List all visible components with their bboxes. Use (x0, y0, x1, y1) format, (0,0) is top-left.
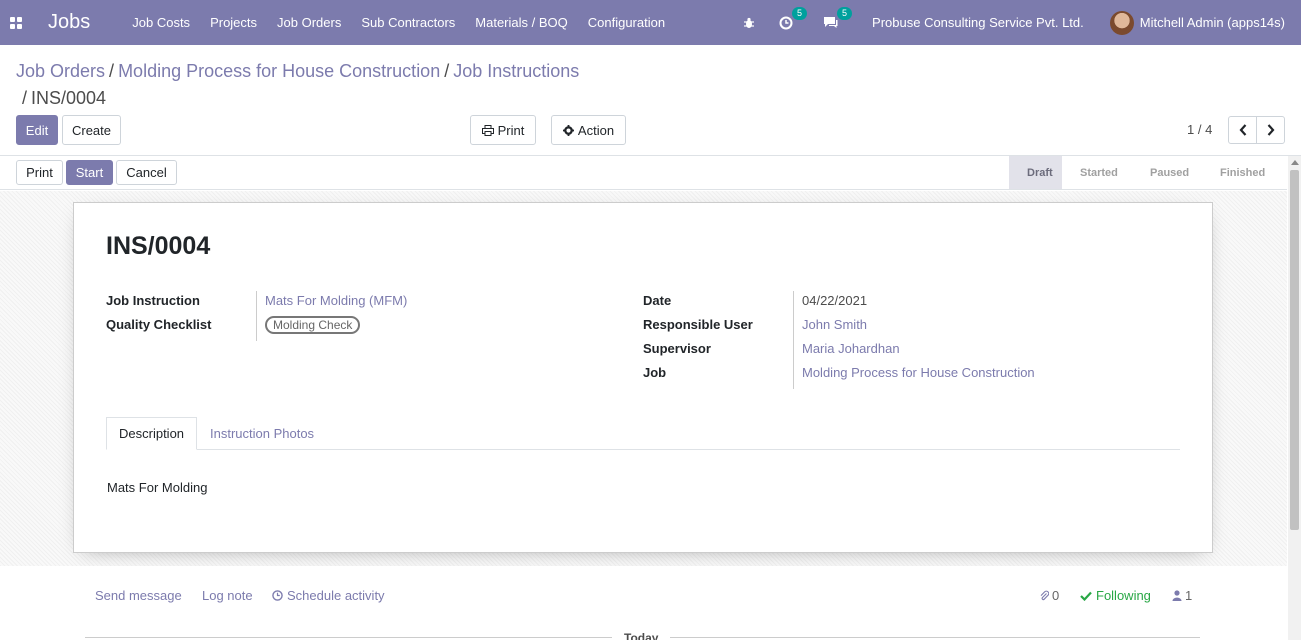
followers-button[interactable]: 1 (1172, 588, 1192, 603)
messages-icon[interactable]: 5 (823, 7, 853, 29)
chevron-left-icon (1239, 124, 1246, 136)
menu-job-costs[interactable]: Job Costs (132, 15, 190, 30)
chatter: Send message Log note Schedule activity … (0, 566, 1287, 640)
job-label: Job (643, 365, 667, 380)
print-dropdown-button[interactable]: Print (470, 115, 536, 145)
form-notebook-tabs: Description Instruction Photos (106, 417, 1180, 450)
start-button[interactable]: Start (66, 160, 113, 185)
send-message-button[interactable]: Send message (95, 588, 182, 603)
following-button[interactable]: Following (1080, 588, 1151, 603)
job-value[interactable]: Molding Process for House Construction (802, 365, 1035, 380)
menu-sub-contractors[interactable]: Sub Contractors (361, 15, 455, 30)
activity-count-badge: 5 (792, 6, 808, 20)
action-label: Action (577, 122, 615, 138)
user-icon (1172, 590, 1182, 601)
gear-icon (562, 124, 574, 136)
paperclip-icon (1040, 590, 1049, 600)
action-dropdown-button[interactable]: Action (551, 115, 626, 145)
followers-count: 1 (1185, 588, 1193, 603)
check-icon (1080, 591, 1092, 601)
pager-previous-button[interactable] (1228, 116, 1257, 144)
clock-icon (272, 590, 283, 601)
pager-value[interactable]: 1 / 4 (1187, 122, 1212, 137)
responsible-user-label: Responsible User (643, 317, 753, 332)
printer-icon (481, 124, 494, 136)
supervisor-label: Supervisor (643, 341, 711, 356)
job-instruction-label: Job Instruction (106, 293, 200, 308)
attachments-button[interactable]: 0 (1040, 588, 1059, 603)
app-brand[interactable]: Jobs (48, 11, 90, 34)
breadcrumb-current: INS/0004 (31, 88, 107, 108)
bug-icon[interactable] (743, 17, 755, 29)
date-value: 04/22/2021 (802, 293, 868, 308)
form-sheet: INS/0004 Job Instruction Mats For Moldin… (73, 202, 1213, 553)
stage-started: Started (1080, 166, 1118, 179)
schedule-activity-label: Schedule activity (287, 588, 385, 603)
job-instruction-value[interactable]: Mats For Molding (MFM) (265, 293, 407, 308)
breadcrumb-molding-process[interactable]: Molding Process for House Construction (118, 61, 440, 81)
stage-paused: Paused (1150, 166, 1190, 179)
statusbar-print-button[interactable]: Print (16, 160, 63, 185)
breadcrumb-job-orders[interactable]: Job Orders (16, 61, 105, 81)
breadcrumb: Job Orders / Molding Process for House Con… (16, 61, 580, 108)
quality-checklist-tag[interactable]: Molding Check (265, 316, 361, 334)
attachments-count: 0 (1052, 588, 1060, 603)
create-button[interactable]: Create (62, 115, 121, 145)
left-group-divider (256, 291, 257, 341)
menu-materials-boq[interactable]: Materials / BOQ (475, 15, 567, 30)
apps-menu-icon[interactable] (0, 0, 32, 45)
main-menu: Job Costs Projects Job Orders Sub Contra… (132, 15, 685, 30)
date-label: Date (643, 293, 672, 308)
edit-button[interactable]: Edit (16, 115, 58, 145)
responsible-user-value[interactable]: John Smith (802, 317, 867, 332)
message-count-badge: 5 (837, 7, 853, 20)
top-navbar: Jobs Job Costs Projects Job Orders Sub C… (0, 0, 1301, 45)
form-statusbar: Print Start Cancel Draft Started Paused … (0, 156, 1287, 190)
log-note-button[interactable]: Log note (202, 588, 253, 603)
user-name: Mitchell Admin (apps14s) (1139, 15, 1285, 30)
schedule-activity-button[interactable]: Schedule activity (272, 588, 385, 603)
stage-pipeline: Draft Started Paused Finished (1009, 156, 1287, 189)
user-menu[interactable]: Mitchell Admin (apps14s) (1109, 10, 1285, 35)
scrollbar-thumb[interactable] (1290, 170, 1299, 530)
quality-checklist-label: Quality Checklist (106, 317, 212, 332)
menu-projects[interactable]: Projects (210, 15, 257, 30)
scroll-up-arrow-icon[interactable] (1291, 160, 1299, 165)
description-text: Mats For Molding (107, 480, 208, 495)
today-label: Today (612, 631, 671, 640)
stage-draft: Draft (1009, 156, 1062, 189)
record-title: INS/0004 (106, 232, 211, 260)
menu-configuration[interactable]: Configuration (588, 15, 665, 30)
avatar (1109, 10, 1134, 35)
company-switcher[interactable]: Probuse Consulting Service Pvt. Ltd. (872, 15, 1084, 30)
tab-description[interactable]: Description (106, 417, 197, 450)
menu-job-orders[interactable]: Job Orders (277, 15, 341, 30)
stage-finished: Finished (1220, 166, 1266, 179)
chevron-right-icon (1267, 124, 1274, 136)
breadcrumb-job-instructions[interactable]: Job Instructions (453, 61, 579, 81)
following-label: Following (1096, 588, 1151, 603)
cancel-button[interactable]: Cancel (116, 160, 177, 185)
supervisor-value[interactable]: Maria Johardhan (802, 341, 900, 356)
tab-instruction-photos[interactable]: Instruction Photos (198, 417, 326, 450)
print-label: Print (497, 122, 525, 138)
right-group-divider (793, 291, 794, 389)
activity-clock-icon[interactable]: 5 (779, 6, 808, 30)
pager-next-button[interactable] (1256, 116, 1285, 144)
